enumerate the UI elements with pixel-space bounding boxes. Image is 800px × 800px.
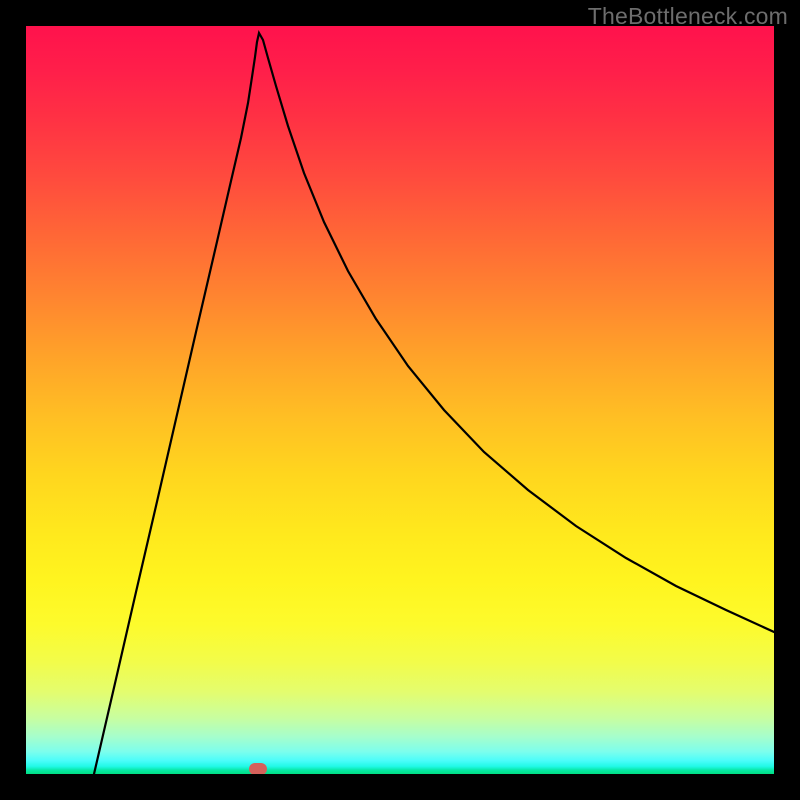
- dip-marker-icon: [249, 763, 267, 774]
- outer-frame: TheBottleneck.com: [0, 0, 800, 800]
- bottleneck-curve: [26, 26, 774, 774]
- curve-path: [94, 33, 774, 774]
- plot-area: [26, 26, 774, 774]
